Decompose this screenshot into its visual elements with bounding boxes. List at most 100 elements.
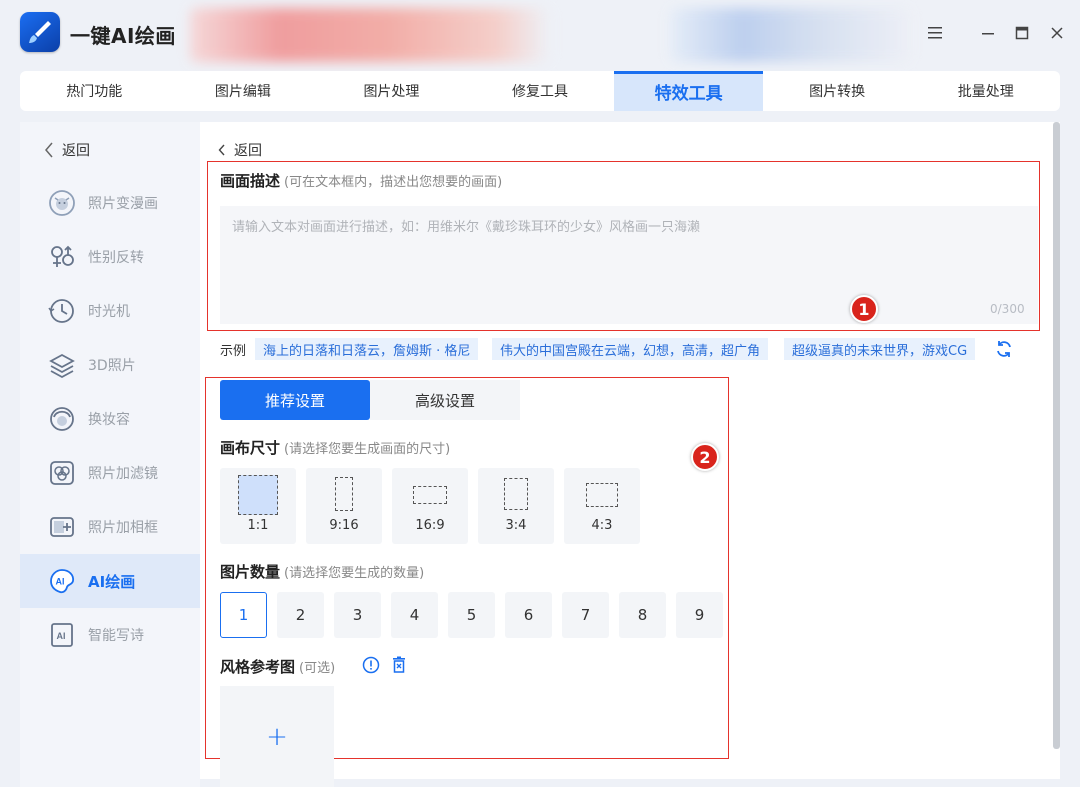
blurred-user-area[interactable] — [670, 8, 910, 62]
description-title-text: 画面描述 — [220, 172, 281, 190]
makeup-face-icon — [48, 405, 76, 433]
ratio-option-16-9[interactable]: 16:9 — [392, 468, 468, 544]
canvas-size-title-text: 画布尺寸 — [220, 439, 281, 457]
count-option[interactable]: 2 — [277, 592, 324, 638]
ratio-label: 16:9 — [415, 518, 445, 533]
style-reference-hint: (可选) — [299, 661, 336, 676]
ratio-option-1-1[interactable]: 1:1 — [220, 468, 296, 544]
tab-image-process[interactable]: 图片处理 — [317, 71, 466, 111]
gender-icon — [48, 243, 76, 271]
ai-poem-icon: AI — [48, 621, 76, 649]
plus-icon: + — [266, 721, 288, 752]
sidebar-item-ai-poem[interactable]: AI 智能写诗 — [20, 608, 200, 662]
main-back-label: 返回 — [234, 143, 262, 159]
count-option[interactable]: 3 — [334, 592, 381, 638]
canvas-size-hint: (请选择您要生成画面的尺寸) — [284, 442, 451, 457]
ratio-label: 3:4 — [505, 518, 527, 533]
examples-label: 示例 — [220, 344, 247, 359]
sidebar-item-label: 智能写诗 — [88, 628, 144, 644]
description-title: 画面描述 (可在文本框内，描述出您想要的画面) — [220, 170, 502, 191]
sidebar-item-makeup[interactable]: 换妆容 — [20, 392, 200, 446]
sidebar-item-label: 照片加相框 — [88, 520, 158, 536]
tab-repair-tools[interactable]: 修复工具 — [466, 71, 615, 111]
scrollbar[interactable] — [1053, 122, 1060, 749]
ratio-option-4-3[interactable]: 4:3 — [564, 468, 640, 544]
svg-text:AI: AI — [57, 631, 66, 641]
char-counter: 0/300 — [990, 302, 1025, 316]
description-input[interactable] — [220, 206, 1038, 324]
svg-text:AI: AI — [56, 577, 65, 587]
count-option[interactable]: 5 — [448, 592, 495, 638]
cartoon-face-icon — [48, 189, 76, 217]
annotation-badge-1: 1 — [850, 295, 878, 323]
description-hint: (可在文本框内，描述出您想要的画面) — [284, 175, 503, 190]
sidebar: 返回 照片变漫画 性别反转 时光机 3D照片 换妆容 照片加滤镜 照片加相框 A… — [20, 122, 200, 787]
chevron-left-icon — [45, 142, 53, 158]
count-option[interactable]: 1 — [220, 592, 267, 638]
style-reference-title-text: 风格参考图 — [220, 658, 296, 676]
blurred-banner-ad[interactable] — [190, 8, 550, 62]
image-count-hint: (请选择您要生成的数量) — [284, 566, 425, 581]
minimize-icon[interactable] — [977, 22, 999, 44]
main-back-button[interactable]: 返回 — [218, 140, 262, 160]
top-tab-bar: 热门功能 图片编辑 图片处理 修复工具 特效工具 图片转换 批量处理 — [20, 71, 1060, 111]
ratio-label: 4:3 — [591, 518, 613, 533]
tab-image-convert[interactable]: 图片转换 — [763, 71, 912, 111]
count-option[interactable]: 4 — [391, 592, 438, 638]
tab-recommended-settings[interactable]: 推荐设置 — [220, 380, 370, 420]
sidebar-item-frame[interactable]: 照片加相框 — [20, 500, 200, 554]
sidebar-item-label: 3D照片 — [88, 358, 136, 374]
layers-icon — [48, 351, 76, 379]
sidebar-item-label: 照片加滤镜 — [88, 466, 158, 482]
sidebar-back-button[interactable]: 返回 — [44, 140, 90, 160]
tab-effects-tools[interactable]: 特效工具 — [614, 71, 763, 111]
trash-icon[interactable] — [391, 656, 407, 674]
filter-icon — [48, 459, 76, 487]
hamburger-icon[interactable] — [924, 22, 946, 44]
ratio-shape — [586, 483, 618, 507]
count-option[interactable]: 8 — [619, 592, 666, 638]
sidebar-item-gender-swap[interactable]: 性别反转 — [20, 230, 200, 284]
ai-paint-icon: AI — [48, 567, 76, 595]
annotation-badge-2: 2 — [691, 443, 719, 471]
style-reference-title: 风格参考图 (可选) — [220, 656, 335, 677]
tab-batch-process[interactable]: 批量处理 — [911, 71, 1060, 111]
tab-hot-features[interactable]: 热门功能 — [20, 71, 169, 111]
sidebar-item-time-machine[interactable]: 时光机 — [20, 284, 200, 338]
sidebar-item-filter[interactable]: 照片加滤镜 — [20, 446, 200, 500]
count-option[interactable]: 7 — [562, 592, 609, 638]
tab-image-edit[interactable]: 图片编辑 — [169, 71, 318, 111]
count-option[interactable]: 9 — [676, 592, 723, 638]
ratio-shape — [238, 475, 278, 515]
ratio-option-9-16[interactable]: 9:16 — [306, 468, 382, 544]
sidebar-item-3d-photo[interactable]: 3D照片 — [20, 338, 200, 392]
canvas-size-title: 画布尺寸 (请选择您要生成画面的尺寸) — [220, 437, 450, 458]
ratio-label: 1:1 — [247, 518, 269, 533]
sidebar-item-label: AI绘画 — [88, 572, 136, 591]
chevron-left-icon — [218, 144, 225, 156]
close-icon[interactable] — [1046, 22, 1068, 44]
refresh-icon[interactable] — [994, 339, 1014, 359]
example-chip[interactable]: 超级逼真的未来世界，游戏CG — [784, 338, 976, 360]
image-count-title-text: 图片数量 — [220, 563, 281, 581]
frame-icon — [48, 513, 76, 541]
maximize-icon[interactable] — [1011, 22, 1033, 44]
ratio-shape — [413, 486, 447, 504]
clock-icon — [48, 297, 76, 325]
image-count-title: 图片数量 (请选择您要生成的数量) — [220, 561, 424, 582]
example-chip[interactable]: 伟大的中国宫殿在云端，幻想，高清，超广角 — [492, 338, 769, 360]
sidebar-item-label: 时光机 — [88, 304, 130, 320]
info-icon[interactable] — [362, 656, 380, 674]
ratio-shape — [335, 477, 353, 511]
sidebar-item-photo-to-cartoon[interactable]: 照片变漫画 — [20, 176, 200, 230]
count-option[interactable]: 6 — [505, 592, 552, 638]
sidebar-item-label: 性别反转 — [88, 250, 144, 266]
title-bar: 一键AI绘画 — [0, 0, 1080, 68]
sidebar-item-label: 换妆容 — [88, 412, 130, 428]
tab-advanced-settings[interactable]: 高级设置 — [370, 380, 520, 420]
style-reference-upload[interactable]: + — [220, 686, 334, 787]
example-chip[interactable]: 海上的日落和日落云，詹姆斯 · 格尼 — [255, 338, 479, 360]
ratio-option-3-4[interactable]: 3:4 — [478, 468, 554, 544]
sidebar-item-ai-painting[interactable]: AI AI绘画 — [20, 554, 200, 608]
app-title: 一键AI绘画 — [70, 24, 176, 48]
